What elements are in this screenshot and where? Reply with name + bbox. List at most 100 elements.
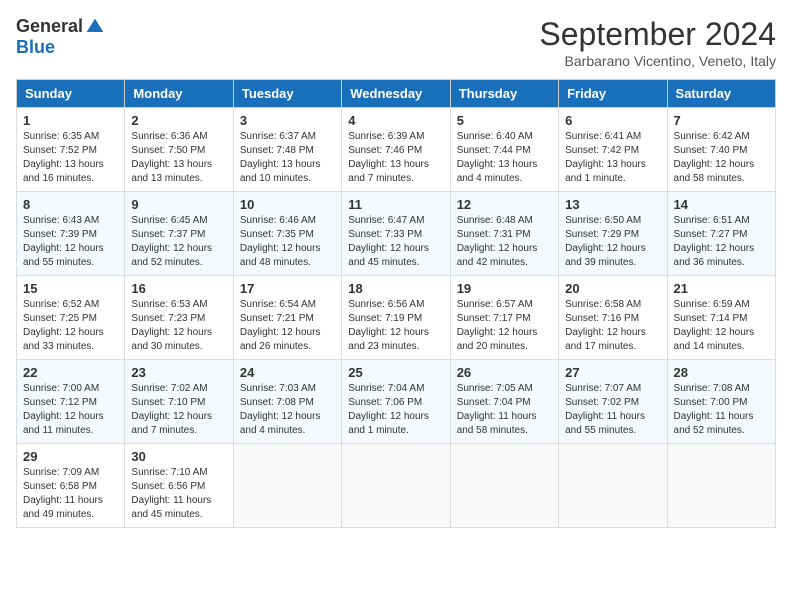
day-info: Sunrise: 6:59 AM Sunset: 7:14 PM Dayligh… [674,298,769,354]
day-info: Sunrise: 6:51 AM Sunset: 7:27 PM Dayligh… [674,214,769,270]
title-block: September 2024 Barbarano Vicentino, Vene… [539,16,776,69]
calendar-cell: 23Sunrise: 7:02 AM Sunset: 7:10 PM Dayli… [125,360,233,444]
day-info: Sunrise: 7:10 AM Sunset: 6:56 PM Dayligh… [131,466,226,522]
logo-general-text: General [16,16,83,37]
calendar-cell [559,444,667,528]
calendar-week-1: 1Sunrise: 6:35 AM Sunset: 7:52 PM Daylig… [17,108,776,192]
calendar-cell: 20Sunrise: 6:58 AM Sunset: 7:16 PM Dayli… [559,276,667,360]
calendar-cell: 25 Sunrise: 7:04 AM Sunset: 7:06 PM Dayli… [342,360,450,444]
day-number: 28 [674,365,769,380]
day-number: 2 [131,113,226,128]
day-number: 8 [23,197,118,212]
calendar-cell [342,444,450,528]
day-info: Sunrise: 6:36 AM Sunset: 7:50 PM Dayligh… [131,130,226,186]
calendar-cell: 6 Sunrise: 6:41 AM Sunset: 7:42 PM Daylig… [559,108,667,192]
day-number: 5 [457,113,552,128]
day-number: 6 [565,113,660,128]
day-info: Sunrise: 6:56 AM Sunset: 7:19 PM Dayligh… [348,298,443,354]
calendar-cell: 21 Sunrise: 6:59 AM Sunset: 7:14 PM Dayli… [667,276,775,360]
logo: General Blue [16,16,105,58]
day-number: 4 [348,113,443,128]
day-info: Sunrise: 6:41 AM Sunset: 7:42 PM Dayligh… [565,130,660,186]
day-info: Sunrise: 7:04 AM Sunset: 7:06 PM Dayligh… [348,382,443,438]
calendar-week-4: 22 Sunrise: 7:00 AM Sunset: 7:12 PM Dayli… [17,360,776,444]
calendar-cell: 18 Sunrise: 6:56 AM Sunset: 7:19 PM Dayli… [342,276,450,360]
day-number: 27 [565,365,660,380]
calendar-header-wednesday: Wednesday [342,80,450,108]
day-info: Sunrise: 6:54 AM Sunset: 7:21 PM Dayligh… [240,298,335,354]
calendar-header-tuesday: Tuesday [233,80,341,108]
day-info: Sunrise: 6:57 AM Sunset: 7:17 PM Dayligh… [457,298,552,354]
day-number: 20 [565,281,660,296]
day-number: 12 [457,197,552,212]
calendar-cell: 26 Sunrise: 7:05 AM Sunset: 7:04 PM Dayli… [450,360,558,444]
calendar-cell: 12 Sunrise: 6:48 AM Sunset: 7:31 PM Dayli… [450,192,558,276]
calendar-cell: 16 Sunrise: 6:53 AM Sunset: 7:23 PM Dayli… [125,276,233,360]
calendar-cell: 3Sunrise: 6:37 AM Sunset: 7:48 PM Daylig… [233,108,341,192]
day-info: Sunrise: 6:50 AM Sunset: 7:29 PM Dayligh… [565,214,660,270]
calendar-header-monday: Monday [125,80,233,108]
day-number: 23 [131,365,226,380]
day-info: Sunrise: 7:07 AM Sunset: 7:02 PM Dayligh… [565,382,660,438]
day-info: Sunrise: 6:53 AM Sunset: 7:23 PM Dayligh… [131,298,226,354]
day-info: Sunrise: 6:47 AM Sunset: 7:33 PM Dayligh… [348,214,443,270]
calendar-cell: 27 Sunrise: 7:07 AM Sunset: 7:02 PM Dayli… [559,360,667,444]
day-info: Sunrise: 6:42 AM Sunset: 7:40 PM Dayligh… [674,130,769,186]
month-title: September 2024 [539,16,776,53]
day-number: 18 [348,281,443,296]
calendar-cell: 10Sunrise: 6:46 AM Sunset: 7:35 PM Dayli… [233,192,341,276]
day-info: Sunrise: 6:48 AM Sunset: 7:31 PM Dayligh… [457,214,552,270]
calendar-cell: 11 Sunrise: 6:47 AM Sunset: 7:33 PM Dayli… [342,192,450,276]
day-info: Sunrise: 7:09 AM Sunset: 6:58 PM Dayligh… [23,466,118,522]
calendar-cell: 15Sunrise: 6:52 AM Sunset: 7:25 PM Dayli… [17,276,125,360]
calendar-cell: 28 Sunrise: 7:08 AM Sunset: 7:00 PM Dayli… [667,360,775,444]
calendar-cell [450,444,558,528]
day-number: 26 [457,365,552,380]
calendar-cell: 17Sunrise: 6:54 AM Sunset: 7:21 PM Dayli… [233,276,341,360]
day-number: 11 [348,197,443,212]
day-info: Sunrise: 7:05 AM Sunset: 7:04 PM Dayligh… [457,382,552,438]
day-number: 16 [131,281,226,296]
day-number: 7 [674,113,769,128]
calendar-cell: 19 Sunrise: 6:57 AM Sunset: 7:17 PM Dayli… [450,276,558,360]
day-number: 9 [131,197,226,212]
calendar-week-5: 29 Sunrise: 7:09 AM Sunset: 6:58 PM Dayli… [17,444,776,528]
day-number: 14 [674,197,769,212]
day-info: Sunrise: 6:46 AM Sunset: 7:35 PM Dayligh… [240,214,335,270]
calendar-cell [667,444,775,528]
calendar-cell: 30 Sunrise: 7:10 AM Sunset: 6:56 PM Dayli… [125,444,233,528]
calendar-cell: 29 Sunrise: 7:09 AM Sunset: 6:58 PM Dayli… [17,444,125,528]
calendar-header-thursday: Thursday [450,80,558,108]
day-number: 29 [23,449,118,464]
day-info: Sunrise: 6:43 AM Sunset: 7:39 PM Dayligh… [23,214,118,270]
day-info: Sunrise: 6:45 AM Sunset: 7:37 PM Dayligh… [131,214,226,270]
day-number: 22 [23,365,118,380]
page-header: General Blue September 2024 Barbarano Vi… [16,16,776,69]
day-info: Sunrise: 7:00 AM Sunset: 7:12 PM Dayligh… [23,382,118,438]
day-info: Sunrise: 7:03 AM Sunset: 7:08 PM Dayligh… [240,382,335,438]
day-number: 30 [131,449,226,464]
day-info: Sunrise: 6:40 AM Sunset: 7:44 PM Dayligh… [457,130,552,186]
day-info: Sunrise: 6:39 AM Sunset: 7:46 PM Dayligh… [348,130,443,186]
calendar-cell: 9 Sunrise: 6:45 AM Sunset: 7:37 PM Daylig… [125,192,233,276]
calendar-cell: 1Sunrise: 6:35 AM Sunset: 7:52 PM Daylig… [17,108,125,192]
logo-blue-text: Blue [16,37,55,58]
day-number: 19 [457,281,552,296]
calendar-header-row: SundayMondayTuesdayWednesdayThursdayFrid… [17,80,776,108]
day-info: Sunrise: 6:37 AM Sunset: 7:48 PM Dayligh… [240,130,335,186]
day-number: 15 [23,281,118,296]
day-number: 24 [240,365,335,380]
day-number: 25 [348,365,443,380]
calendar-cell: 7 Sunrise: 6:42 AM Sunset: 7:40 PM Daylig… [667,108,775,192]
day-number: 21 [674,281,769,296]
calendar-header-sunday: Sunday [17,80,125,108]
calendar-week-2: 8 Sunrise: 6:43 AM Sunset: 7:39 PM Daylig… [17,192,776,276]
calendar-cell: 24 Sunrise: 7:03 AM Sunset: 7:08 PM Dayli… [233,360,341,444]
day-info: Sunrise: 7:08 AM Sunset: 7:00 PM Dayligh… [674,382,769,438]
calendar-cell: 22 Sunrise: 7:00 AM Sunset: 7:12 PM Dayli… [17,360,125,444]
calendar-cell: 13 Sunrise: 6:50 AM Sunset: 7:29 PM Dayli… [559,192,667,276]
day-number: 13 [565,197,660,212]
location-subtitle: Barbarano Vicentino, Veneto, Italy [539,53,776,69]
calendar-header-saturday: Saturday [667,80,775,108]
calendar-cell: 14 Sunrise: 6:51 AM Sunset: 7:27 PM Dayli… [667,192,775,276]
